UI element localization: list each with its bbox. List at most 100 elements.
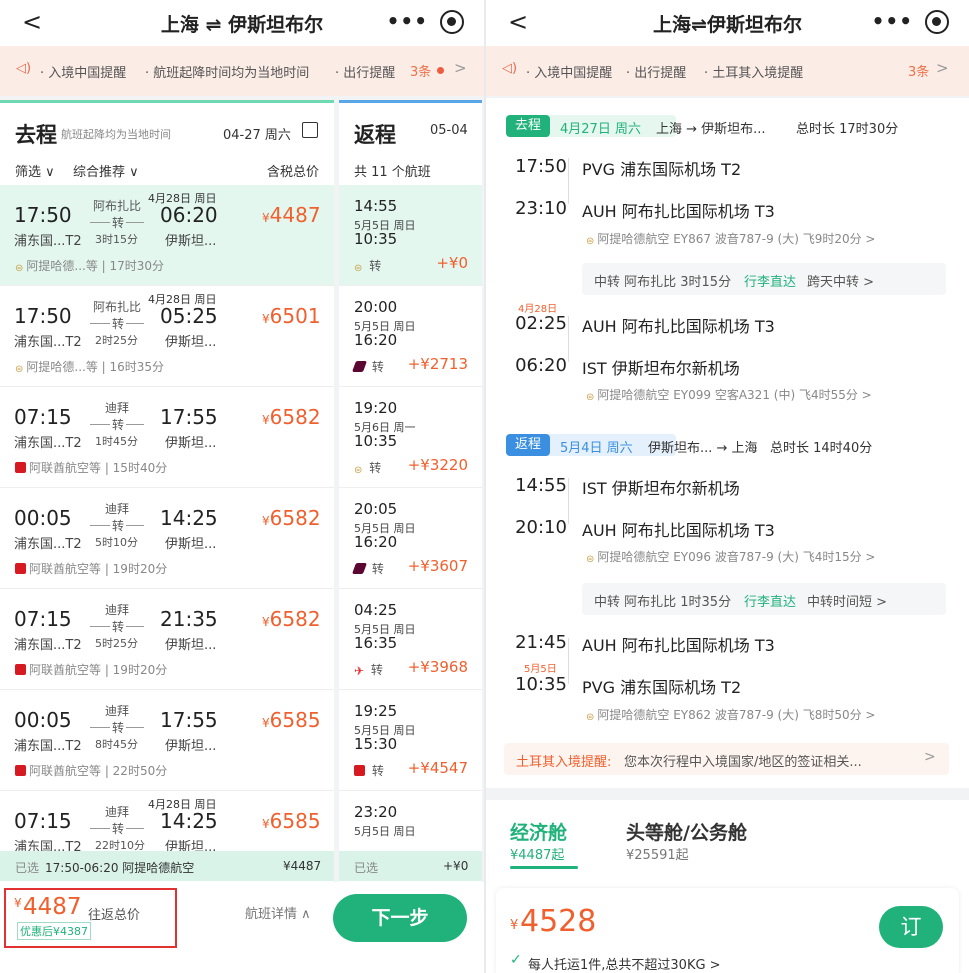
tab-business[interactable]: 头等舱/公务舱 — [626, 818, 747, 845]
flight-info-text: 阿提哈德航空 EY867 波音787-9 (大) 飞9时20分 > — [597, 232, 876, 246]
notice-bar[interactable]: ◁) · 入境中国提醒 · 出行提醒 · 土耳其入境提醒 3条 > — [486, 46, 969, 96]
notice-item: · 出行提醒 — [626, 66, 687, 81]
transfer-info: 转 — [351, 560, 384, 577]
outbound-column: 去程 航班起降均为当地时间 04-27 周六 筛选 ∨ 综合推荐 ∨ 含税总价 … — [0, 100, 334, 892]
dep-time: 00:05 — [14, 506, 72, 530]
outbound-flight-row[interactable]: 07:15 浦东国...T2 迪拜转 1时45分 17:55 伊斯坦... ¥6582 阿联酋… — [0, 387, 334, 488]
calendar-icon[interactable] — [302, 122, 318, 138]
price-delta: +¥3220 — [407, 456, 468, 474]
arr-time: 16:35 — [354, 634, 398, 652]
selected-return-bar: 已选 +¥0 — [339, 851, 482, 881]
dep-airport: 浦东国...T2 — [14, 335, 82, 350]
selected-detail: 17:50-06:20 阿提哈德航空 — [45, 861, 195, 875]
tab-economy[interactable]: 经济舱 — [510, 818, 567, 845]
airline-info: 阿联酋航空等 | 22时50分 — [15, 762, 167, 779]
airline-info: 阿联酋航空等 | 15时40分 — [15, 459, 167, 476]
flight-info[interactable]: ⊜ 阿提哈德航空 EY867 波音787-9 (大) 飞9时20分 > — [586, 230, 875, 247]
return-flight-row[interactable]: 04:25 5月5日 周日 16:35 ✈ 转 +¥3968 — [339, 589, 482, 690]
transfer-text: 中转 阿布扎比 3时15分 — [594, 275, 732, 290]
dep-time: 07:15 — [14, 607, 72, 631]
capsule-close-icon[interactable] — [440, 10, 464, 34]
more-icon[interactable]: ••• — [872, 9, 913, 33]
return-flight-row[interactable]: 20:00 5月5日 周日 16:20 转 +¥2713 — [339, 286, 482, 387]
notice-item: · 出行提醒 — [335, 66, 396, 81]
transfer-note: 跨天中转 > — [807, 275, 875, 290]
return-flight-row[interactable]: 20:05 5月5日 周日 16:20 转 +¥3607 — [339, 488, 482, 589]
notice-count: 3条 — [410, 65, 432, 80]
dep-time: 19:20 — [354, 399, 398, 417]
airline-logo-icon: ✈ — [354, 664, 365, 678]
airline-text: 阿联酋航空等 | 19时20分 — [29, 562, 168, 576]
sort-button[interactable]: 综合推荐 ∨ — [73, 161, 139, 180]
arr-airport: 伊斯坦... — [165, 436, 217, 451]
tab-indicator — [510, 866, 578, 869]
transfer-mark: 转 — [369, 461, 382, 475]
airline-text: 阿提哈德...等 | 16时35分 — [26, 360, 165, 374]
next-step-button[interactable]: 下一步 — [333, 894, 467, 942]
outbound-date[interactable]: 04-27 周六 — [223, 124, 291, 143]
arr-airport: AUH 阿布扎比国际机场 T3 — [582, 521, 775, 540]
baggage-rule[interactable]: 每人托运1件,总共不超过30KG > — [528, 954, 721, 973]
notice-bar[interactable]: ◁) · 入境中国提醒 · 航班起降时间均为当地时间 · 出行提醒 3条 > — [0, 46, 484, 96]
nav-bar: < 上海⇌伊斯坦布尔 ••• — [486, 0, 969, 46]
economy-price: ¥4487起 — [510, 848, 565, 863]
airline-logo-icon — [354, 765, 365, 776]
book-button[interactable]: 订 — [879, 906, 943, 948]
chevron-right-icon: > — [924, 749, 936, 765]
notice-item: · 航班起降时间均为当地时间 — [145, 66, 310, 81]
flight-price: ¥6582 — [262, 405, 321, 429]
arr-time: 20:10 — [515, 517, 567, 538]
time-note: 航班起降均为当地时间 — [61, 128, 171, 141]
arr-time: 14:25 — [160, 506, 218, 530]
return-date[interactable]: 05-04 — [430, 123, 468, 138]
outbound-flight-row[interactable]: 00:05 浦东国...T2 迪拜转 5时10分 14:25 伊斯坦... ¥6582 阿联酋… — [0, 488, 334, 589]
airline-logo-icon: ⊜ — [15, 364, 24, 375]
dep-airport: 浦东国...T2 — [14, 537, 82, 552]
transfer-mark: 转 — [110, 416, 127, 433]
outbound-flight-row[interactable]: 17:50 浦东国...T2 阿布扎比转 3时15分 4月28日 周日 06:20 伊斯坦.… — [0, 185, 334, 286]
etihad-logo-icon: ⊜ — [586, 236, 595, 247]
outbound-flight-row[interactable]: 00:05 浦东国...T2 迪拜转 8时45分 17:55 伊斯坦... ¥6585 阿联酋… — [0, 690, 334, 791]
airline-logo-icon — [15, 664, 26, 675]
outbound-title: 去程 — [15, 123, 57, 147]
dep-time: 19:25 — [354, 702, 398, 720]
transfer-mark: 转 — [371, 360, 384, 374]
via-city: 迪拜 — [104, 401, 129, 415]
arr-time: 16:20 — [354, 331, 398, 349]
airline-text: 阿联酋航空等 | 15时40分 — [29, 461, 168, 475]
dep-time: 04:25 — [354, 601, 398, 619]
capsule-close-icon[interactable] — [925, 10, 949, 34]
turkey-entry-notice[interactable]: 土耳其入境提醒: 您本次行程中入境国家/地区的签证相关... > — [504, 743, 949, 775]
selected-price: +¥0 — [443, 859, 469, 873]
flight-info[interactable]: ⊜ 阿提哈德航空 EY096 波音787-9 (大) 飞4时15分 > — [586, 548, 875, 565]
more-icon[interactable]: ••• — [387, 9, 428, 33]
flight-info[interactable]: ⊜ 阿提哈德航空 EY099 空客A321 (中) 飞4时55分 > — [586, 386, 872, 403]
arr-time: 23:10 — [515, 198, 567, 219]
airline-info: 阿联酋航空等 | 19时20分 — [15, 560, 167, 577]
airline-logo-icon: ⊜ — [354, 465, 363, 476]
price-value: 6582 — [269, 607, 321, 631]
return-flight-row[interactable]: 14:55 5月5日 周日 10:35 ⊜ 转 +¥0 — [339, 185, 482, 286]
dep-time: 00:05 — [14, 708, 72, 732]
outbound-flight-row[interactable]: 17:50 浦东国...T2 阿布扎比转 2时25分 4月28日 周日 05:25 伊斯坦.… — [0, 286, 334, 387]
return-count: 共 11 个航班 — [354, 165, 431, 180]
filter-button[interactable]: 筛选 ∨ — [15, 161, 55, 180]
return-flight-row[interactable]: 19:25 5月5日 周日 15:30 转 +¥4547 — [339, 690, 482, 791]
fare-price: 4528 — [520, 904, 597, 939]
highlight-box — [4, 888, 177, 948]
airline-text: 阿联酋航空等 | 22时50分 — [29, 764, 168, 778]
outbound-flight-row[interactable]: 07:15 浦东国...T2 迪拜转 5时25分 21:35 伊斯坦... ¥6582 阿联酋… — [0, 589, 334, 690]
outbound-total: 总时长 17时30分 — [796, 122, 899, 137]
arr-airport: AUH 阿布扎比国际机场 T3 — [582, 202, 775, 221]
price-value: 6585 — [269, 809, 321, 833]
transfer-duration: 5时10分 — [95, 536, 138, 549]
flight-details-button[interactable]: 航班详情 ∧ — [245, 903, 311, 922]
dep-time: 17:50 — [515, 156, 567, 177]
arr-time: 10:35 — [354, 432, 398, 450]
transfer-info[interactable]: 中转 阿布扎比 1时35分 行李直达 中转时间短 > — [582, 583, 946, 615]
return-flight-row[interactable]: 19:20 5月6日 周一 10:35 ⊜ 转 +¥3220 — [339, 387, 482, 488]
turkey-text: 您本次行程中入境国家/地区的签证相关... — [624, 755, 862, 770]
price-delta: +¥2713 — [407, 355, 468, 373]
transfer-info[interactable]: 中转 阿布扎比 3时15分 行李直达 跨天中转 > — [582, 263, 946, 295]
flight-info[interactable]: ⊜ 阿提哈德航空 EY862 波音787-9 (大) 飞8时50分 > — [586, 706, 875, 723]
